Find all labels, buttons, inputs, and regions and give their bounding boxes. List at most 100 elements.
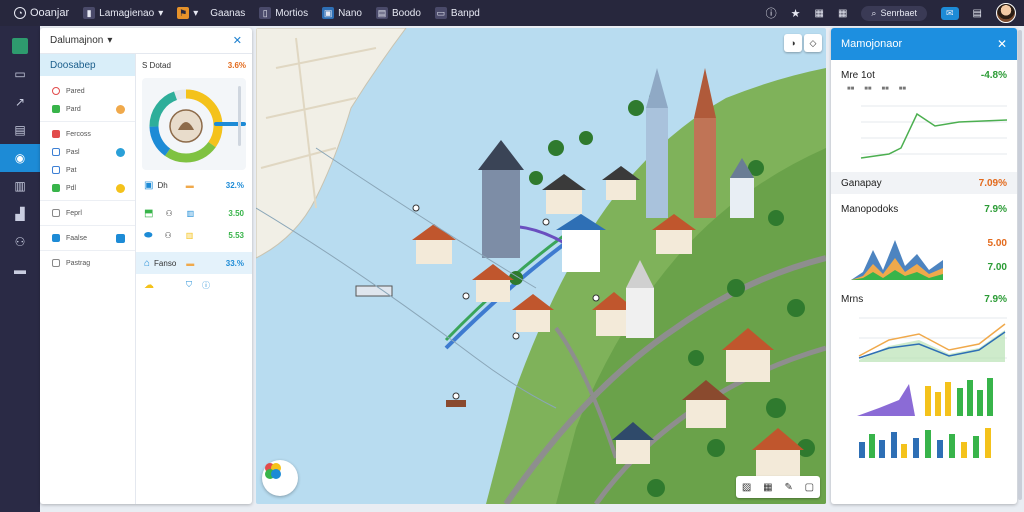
help-icon[interactable]: ⓘ — [766, 5, 777, 21]
divider — [40, 200, 135, 201]
stat-row[interactable]: ▣ Dh ▬ 32.% — [136, 174, 252, 196]
area-chart-wrap: 5.00 7.00 — [831, 220, 1017, 284]
calendar-icon[interactable]: ▦ — [815, 8, 824, 19]
metric-value: 7.9% — [984, 203, 1007, 215]
edit-icon[interactable]: ✎ — [784, 482, 792, 493]
chat-icon[interactable]: ✉ — [941, 6, 959, 20]
notification-icon[interactable]: ▤ — [973, 8, 982, 19]
info-icon: ⓘ — [202, 280, 210, 290]
stat-row[interactable]: ⬬ ⚇ ▥ 5.53 — [136, 224, 252, 246]
area-chart — [851, 240, 943, 280]
rail-home[interactable] — [0, 32, 40, 60]
metric-row[interactable]: Manopodoks 7.9% — [831, 198, 1017, 220]
map-lock-button[interactable]: ◑ — [784, 34, 802, 52]
status-icon — [52, 148, 60, 156]
bus-icon: ▬ — [14, 263, 26, 277]
stat-row[interactable]: ☁ ⛉ ⓘ — [136, 274, 252, 296]
grid-menu-icon[interactable]: ▦ — [838, 8, 847, 19]
stat-label: Dh — [157, 180, 168, 190]
menu-nano[interactable]: ▣ Nano — [322, 7, 362, 19]
handshake-icon: ⬬ — [144, 229, 153, 241]
folder-icon: ▬ — [185, 180, 194, 190]
stat-row[interactable]: ⌂ Fanso ▬ 33.% — [136, 252, 252, 274]
nav-item[interactable]: Pat — [40, 161, 135, 179]
map-layers-button[interactable]: ◇ — [804, 34, 822, 52]
flag-icon: ⚑ — [177, 7, 190, 19]
rail-bus[interactable]: ▬ — [0, 256, 40, 284]
nav-item[interactable]: Feprl — [40, 204, 135, 222]
chevron-down-icon: ▾ — [158, 7, 164, 19]
people-icon: ⚇ — [165, 208, 173, 218]
nav-item[interactable]: Pard — [40, 100, 135, 118]
nav-item[interactable]: Fercoss — [40, 125, 135, 143]
app-logo[interactable]: ◔ Ooanjar — [14, 7, 69, 19]
nav-item[interactable]: Pastrag — [40, 254, 135, 272]
stat-label: Fanso — [154, 258, 177, 268]
top-bar: ◔ Ooanjar ▮ Lamagienao ▾ ⚑ ▾ Gaanas ▯ Mo… — [0, 0, 1024, 26]
gauge-widget[interactable] — [142, 78, 246, 170]
stat-value: 32.% — [225, 180, 244, 190]
building-icon: ▥ — [185, 230, 194, 240]
badge-icon — [116, 233, 125, 243]
line-chart — [860, 105, 1008, 159]
nav-item[interactable]: Faalse — [40, 229, 135, 247]
search-pill[interactable]: ⌕ Senrbaet — [861, 5, 927, 21]
panel-title[interactable]: Dalumajnon — [50, 35, 103, 46]
menu-banpd[interactable]: ▭ Banpd — [434, 7, 480, 19]
image-icon: ▣ — [322, 7, 335, 19]
building-icon: ⬒ — [144, 207, 154, 219]
status-icon — [52, 130, 60, 138]
nav-label: Pat — [66, 166, 77, 174]
metric-row[interactable]: Mrns 7.9% — [831, 288, 1017, 310]
metric-value: 7.09% — [978, 177, 1007, 189]
nav-item[interactable]: Pdl — [40, 179, 135, 197]
avatar[interactable] — [996, 3, 1016, 23]
chevron-down-icon[interactable]: ▾ — [107, 35, 112, 46]
metric-label: Mre 1ot — [841, 69, 875, 81]
home-icon: ⌂ — [144, 257, 151, 269]
map-canvas[interactable]: ◑ ◇ ▨ ▦ ✎ ▢ — [256, 28, 826, 504]
car-icon: ▥ — [14, 179, 26, 193]
rail-share[interactable]: ↗ — [0, 88, 40, 116]
legend-swatch: ■■ — [864, 86, 872, 92]
close-icon[interactable]: ✕ — [233, 34, 242, 47]
pinwheel-icon — [265, 463, 281, 479]
nav-item[interactable]: Pasl — [40, 143, 135, 161]
nav-label: Faalse — [66, 234, 88, 242]
status-icon — [52, 166, 60, 174]
metric-row[interactable]: Ganapay 7.09% — [831, 172, 1017, 194]
rail-monitor[interactable]: ▭ — [0, 60, 40, 88]
rail-globe[interactable]: ◉ — [0, 144, 40, 172]
rail-users[interactable]: ⚇ — [0, 228, 40, 256]
status-icon — [52, 259, 60, 267]
stat-row[interactable]: ⬒ ⚇ ▥ 3.50 — [136, 202, 252, 224]
close-icon[interactable]: ✕ — [997, 37, 1007, 51]
menu-boodo[interactable]: ▤ Boodo — [375, 7, 421, 19]
badge-icon — [116, 104, 125, 114]
grid-icon[interactable]: ▦ — [763, 482, 772, 493]
rail-chart[interactable]: ▟ — [0, 200, 40, 228]
scrollbar[interactable] — [1018, 30, 1022, 500]
menu-gaanas[interactable]: ⚑ ▾ Gaanas — [177, 7, 245, 19]
star-icon[interactable]: ★ — [791, 7, 801, 20]
menu-mortios[interactable]: ▯ Mortios — [259, 7, 308, 19]
nav-item[interactable]: Pared — [40, 82, 135, 100]
metric-row[interactable]: Mre 1ot -4.8% — [831, 64, 1017, 86]
logo-icon: ◔ — [14, 7, 26, 19]
multi-line-chart — [858, 317, 1007, 362]
monitor-icon: ▭ — [14, 67, 26, 81]
grid-icon: ▮ — [83, 7, 96, 19]
bus-icon: ▣ — [144, 179, 154, 191]
menu-lamagienao[interactable]: ▮ Lamagienao ▾ — [83, 7, 163, 19]
image-icon[interactable]: ▨ — [742, 482, 751, 493]
expand-icon[interactable]: ▢ — [805, 482, 814, 493]
chart-icon: ▟ — [15, 207, 25, 221]
metric-label: Mrns — [841, 293, 864, 305]
badge-icon — [116, 183, 125, 193]
stats-value: 3.6% — [227, 60, 246, 70]
rail-car[interactable]: ▥ — [0, 172, 40, 200]
map-logo-button[interactable] — [262, 460, 298, 496]
rail-docs[interactable]: ▤ — [0, 116, 40, 144]
chevron-down-icon: ▾ — [193, 7, 199, 19]
dashboard-item[interactable]: Doosabep — [40, 54, 135, 76]
